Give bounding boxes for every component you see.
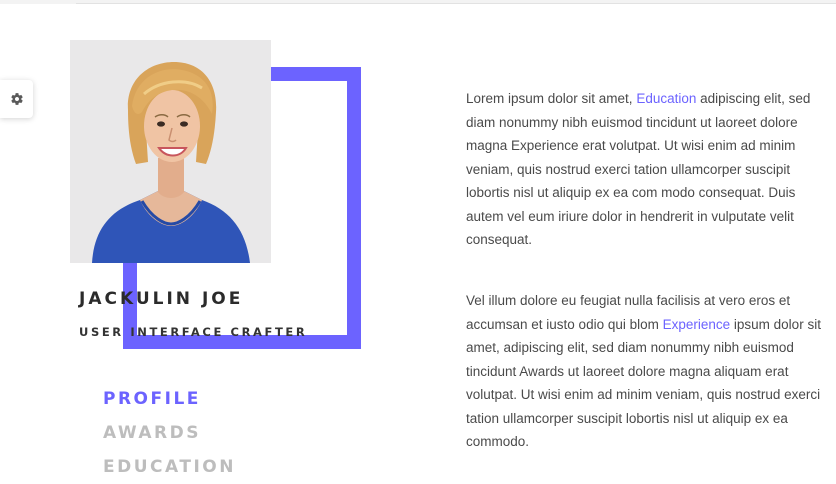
text-line: veniam, quis nostrud exerci tation ullam… — [466, 161, 791, 177]
text-line: diam nonummy nibh euismod tincidunt ut l… — [466, 114, 798, 130]
text-line: lobortis nisl ut aliquip ex ea com modo … — [466, 185, 796, 200]
text-line: tation ullamcorper suscipit lobortis nis… — [466, 410, 788, 426]
profile-nav: PROFILE AWARDS EDUCATION — [103, 382, 236, 484]
profile-photo — [70, 40, 271, 263]
text-line: Lorem ipsum dolor sit amet, Education ad… — [466, 87, 834, 111]
text-line: amet, adipiscing elit, sed diam nonummy … — [466, 340, 794, 355]
content-paragraph-1: Lorem ipsum dolor sit amet, Education ad… — [466, 87, 834, 252]
text-line: magna Experience erat volutpat. Ut wisi … — [466, 138, 796, 153]
nav-item-awards[interactable]: AWARDS — [103, 416, 236, 450]
text-fragment: Lorem ipsum dolor sit amet, — [466, 91, 637, 106]
text-line: autem vel eum iriure dolor in hendrerit … — [466, 208, 794, 224]
settings-button[interactable] — [0, 80, 33, 118]
text-line: volutpat. Ut wisi enim ad minim veniam, … — [466, 387, 821, 402]
text-line: commodo. — [466, 434, 530, 449]
text-line: Vel illum dolore eu feugiat nulla facili… — [466, 293, 791, 308]
text-line: tincidunt Awards ut laoreet dolore magna… — [466, 363, 789, 379]
text-fragment: ipsum dolor sit — [730, 316, 821, 332]
experience-link[interactable]: Experience — [663, 317, 731, 332]
profile-name: JACKULIN JOE — [79, 289, 244, 309]
top-divider — [0, 0, 836, 4]
profile-title: USER INTERFACE CRAFTER — [79, 325, 308, 339]
text-fragment: accumsan et iusto odio qui blom — [466, 316, 663, 332]
text-fragment: adipiscing elit, sed — [696, 91, 811, 106]
nav-item-education[interactable]: EDUCATION — [103, 450, 236, 484]
content-paragraph-2: Vel illum dolore eu feugiat nulla facili… — [466, 289, 834, 454]
gear-icon — [10, 93, 23, 105]
education-link[interactable]: Education — [636, 91, 696, 106]
text-line: accumsan et iusto odio qui blom Experien… — [466, 313, 834, 337]
nav-item-profile[interactable]: PROFILE — [103, 382, 236, 416]
text-line: consequat. — [466, 232, 533, 247]
